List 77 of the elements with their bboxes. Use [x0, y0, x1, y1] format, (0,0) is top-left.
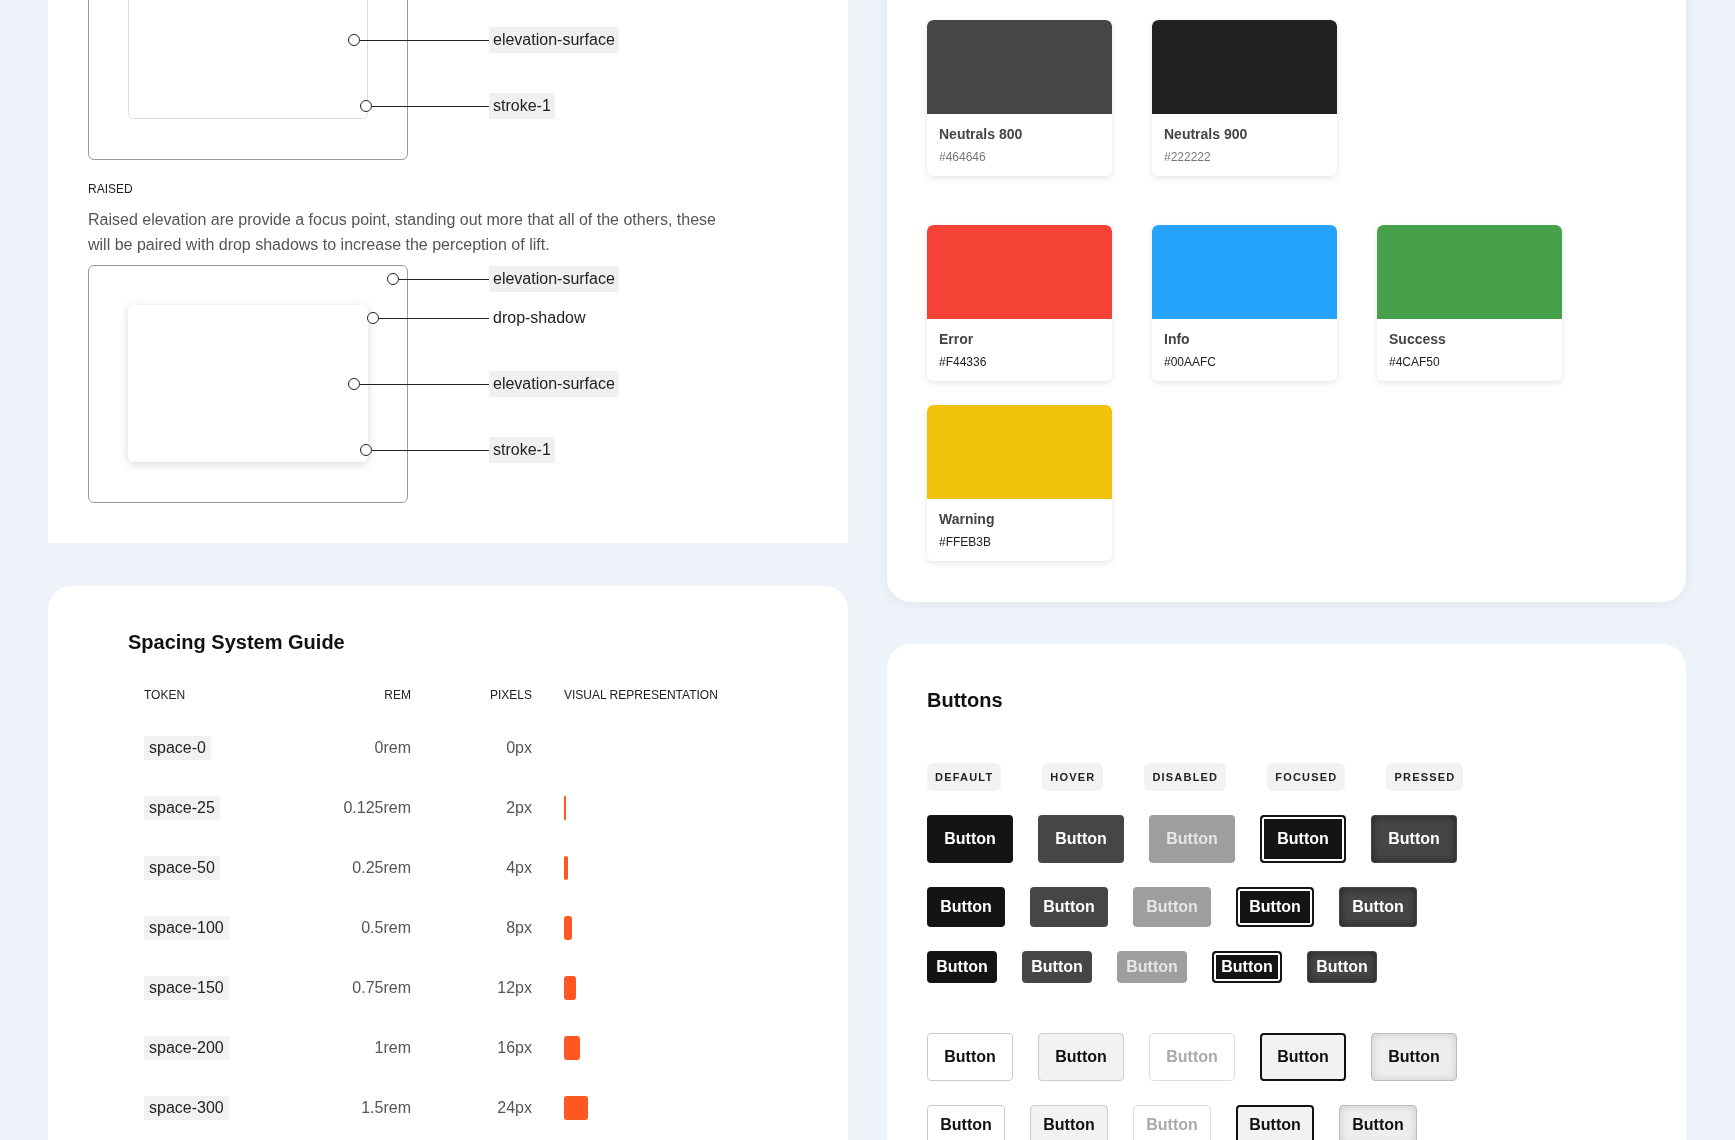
- table-cell: 1.5rem: [361, 1099, 411, 1117]
- sample-button[interactable]: Button: [1030, 887, 1108, 927]
- token-name: space-100: [144, 916, 229, 940]
- sample-button[interactable]: Button: [1236, 1105, 1314, 1140]
- spacing-bar: [564, 1036, 580, 1060]
- sample-button[interactable]: Button: [1038, 815, 1124, 863]
- token-label: elevation-surface: [489, 371, 619, 397]
- sample-button[interactable]: Button: [927, 1105, 1005, 1140]
- state-label: FOCUSED: [1267, 763, 1346, 791]
- table-cell: 4px: [506, 859, 532, 877]
- card-title: Spacing System Guide: [128, 630, 346, 654]
- token-name: space-0: [144, 736, 211, 760]
- swatch-hex: #222222: [1164, 150, 1212, 164]
- sample-button[interactable]: Button: [1038, 1033, 1124, 1081]
- swatch-name: Success: [1389, 331, 1447, 347]
- table-cell: 0px: [506, 739, 532, 757]
- sample-button[interactable]: Button: [1030, 1105, 1108, 1140]
- token-name: space-25: [144, 796, 220, 820]
- table-cell: 12px: [497, 979, 532, 997]
- spacing-bar: [564, 1096, 588, 1120]
- sample-button[interactable]: Button: [1371, 1033, 1457, 1081]
- swatch-hex: #4CAF50: [1389, 355, 1441, 369]
- table-cell: 8px: [506, 919, 532, 937]
- table-cell: 2px: [506, 799, 532, 817]
- spacing-bar: [564, 916, 572, 940]
- swatch-hex: #00AAFC: [1164, 355, 1218, 369]
- state-label: DISABLED: [1144, 763, 1227, 791]
- table-cell: 0.25rem: [352, 859, 411, 877]
- table-cell: 1rem: [374, 1039, 411, 1057]
- swatch-hex: #FFEB3B: [939, 535, 993, 549]
- column-header: VISUAL REPRESENTATION: [563, 688, 719, 704]
- swatch-name: Neutrals 900: [1164, 126, 1249, 142]
- column-header: TOKEN: [144, 688, 187, 704]
- token-label: stroke-1: [489, 93, 555, 119]
- swatch-name: Info: [1164, 331, 1191, 347]
- table-cell: 16px: [497, 1039, 532, 1057]
- column-header: REM: [383, 688, 411, 704]
- token-label: elevation-surface: [489, 266, 619, 292]
- table-cell: 0.5rem: [361, 919, 411, 937]
- table-cell: 0rem: [374, 739, 411, 757]
- sample-button[interactable]: Button: [927, 887, 1005, 927]
- token-label: elevation-surface: [489, 27, 619, 53]
- section-label: RAISED: [88, 182, 134, 196]
- state-label: PRESSED: [1386, 763, 1464, 791]
- token-name: space-150: [144, 976, 229, 1000]
- table-cell: 0.125rem: [343, 799, 411, 817]
- sample-button[interactable]: Button: [1260, 1033, 1346, 1081]
- sample-button[interactable]: Button: [1371, 815, 1457, 863]
- column-header: PIXELS: [488, 688, 532, 704]
- state-label: HOVER: [1042, 763, 1104, 791]
- sample-button[interactable]: Button: [1236, 887, 1314, 927]
- swatch-name: Neutrals 800: [939, 126, 1024, 142]
- sample-button[interactable]: Button: [1307, 951, 1377, 983]
- spacing-bar: [564, 976, 576, 1000]
- token-name: space-50: [144, 856, 220, 880]
- sample-button[interactable]: Button: [1339, 887, 1417, 927]
- sample-button[interactable]: Button: [927, 1033, 1013, 1081]
- sample-button[interactable]: Button: [1260, 815, 1346, 863]
- spacing-bar: [564, 856, 568, 880]
- token-name: space-300: [144, 1096, 229, 1120]
- sample-button[interactable]: Button: [927, 815, 1013, 863]
- state-label: DEFAULT: [927, 763, 1002, 791]
- section-description: Raised elevation are provide a focus point, standing out more that all of the others, these will be paired with drop shadows to increase the perception of lift.: [88, 210, 717, 255]
- token-name: space-200: [144, 1036, 229, 1060]
- sample-button[interactable]: Button: [1339, 1105, 1417, 1140]
- token-label: stroke-1: [489, 437, 555, 463]
- sample-button[interactable]: Button: [1212, 951, 1282, 983]
- swatch-name: Warning: [939, 511, 996, 527]
- table-cell: 24px: [497, 1099, 532, 1117]
- card-title: Buttons: [927, 688, 1004, 712]
- sample-button[interactable]: Button: [1022, 951, 1092, 983]
- sample-button[interactable]: Button: [927, 951, 997, 983]
- swatch-name: Error: [939, 331, 975, 347]
- swatch-hex: #F44336: [939, 355, 988, 369]
- swatch-hex: #464646: [939, 150, 987, 164]
- table-cell: 0.75rem: [352, 979, 411, 997]
- token-label: drop-shadow: [492, 308, 587, 328]
